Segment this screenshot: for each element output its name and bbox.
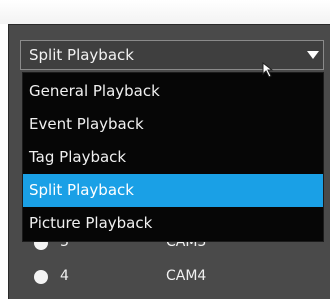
option-general-playback[interactable]: General Playback (23, 75, 323, 108)
playback-mode-select-value: Split Playback (29, 46, 134, 64)
channel-number: 4 (60, 268, 69, 284)
option-tag-playback[interactable]: Tag Playback (23, 141, 323, 174)
option-picture-playback[interactable]: Picture Playback (23, 207, 323, 240)
mouse-pointer-icon (262, 62, 274, 78)
channel-radio[interactable] (34, 270, 48, 284)
playback-mode-dropdown: General Playback Event Playback Tag Play… (22, 72, 324, 242)
channel-camera-name: CAM4 (166, 268, 207, 284)
option-event-playback[interactable]: Event Playback (23, 108, 323, 141)
option-split-playback[interactable]: Split Playback (23, 174, 323, 207)
window-top-band (0, 0, 330, 24)
chevron-down-icon[interactable] (307, 51, 319, 59)
playback-mode-select[interactable]: Split Playback (20, 40, 324, 70)
channel-row[interactable]: 4 CAM4 (22, 262, 324, 292)
